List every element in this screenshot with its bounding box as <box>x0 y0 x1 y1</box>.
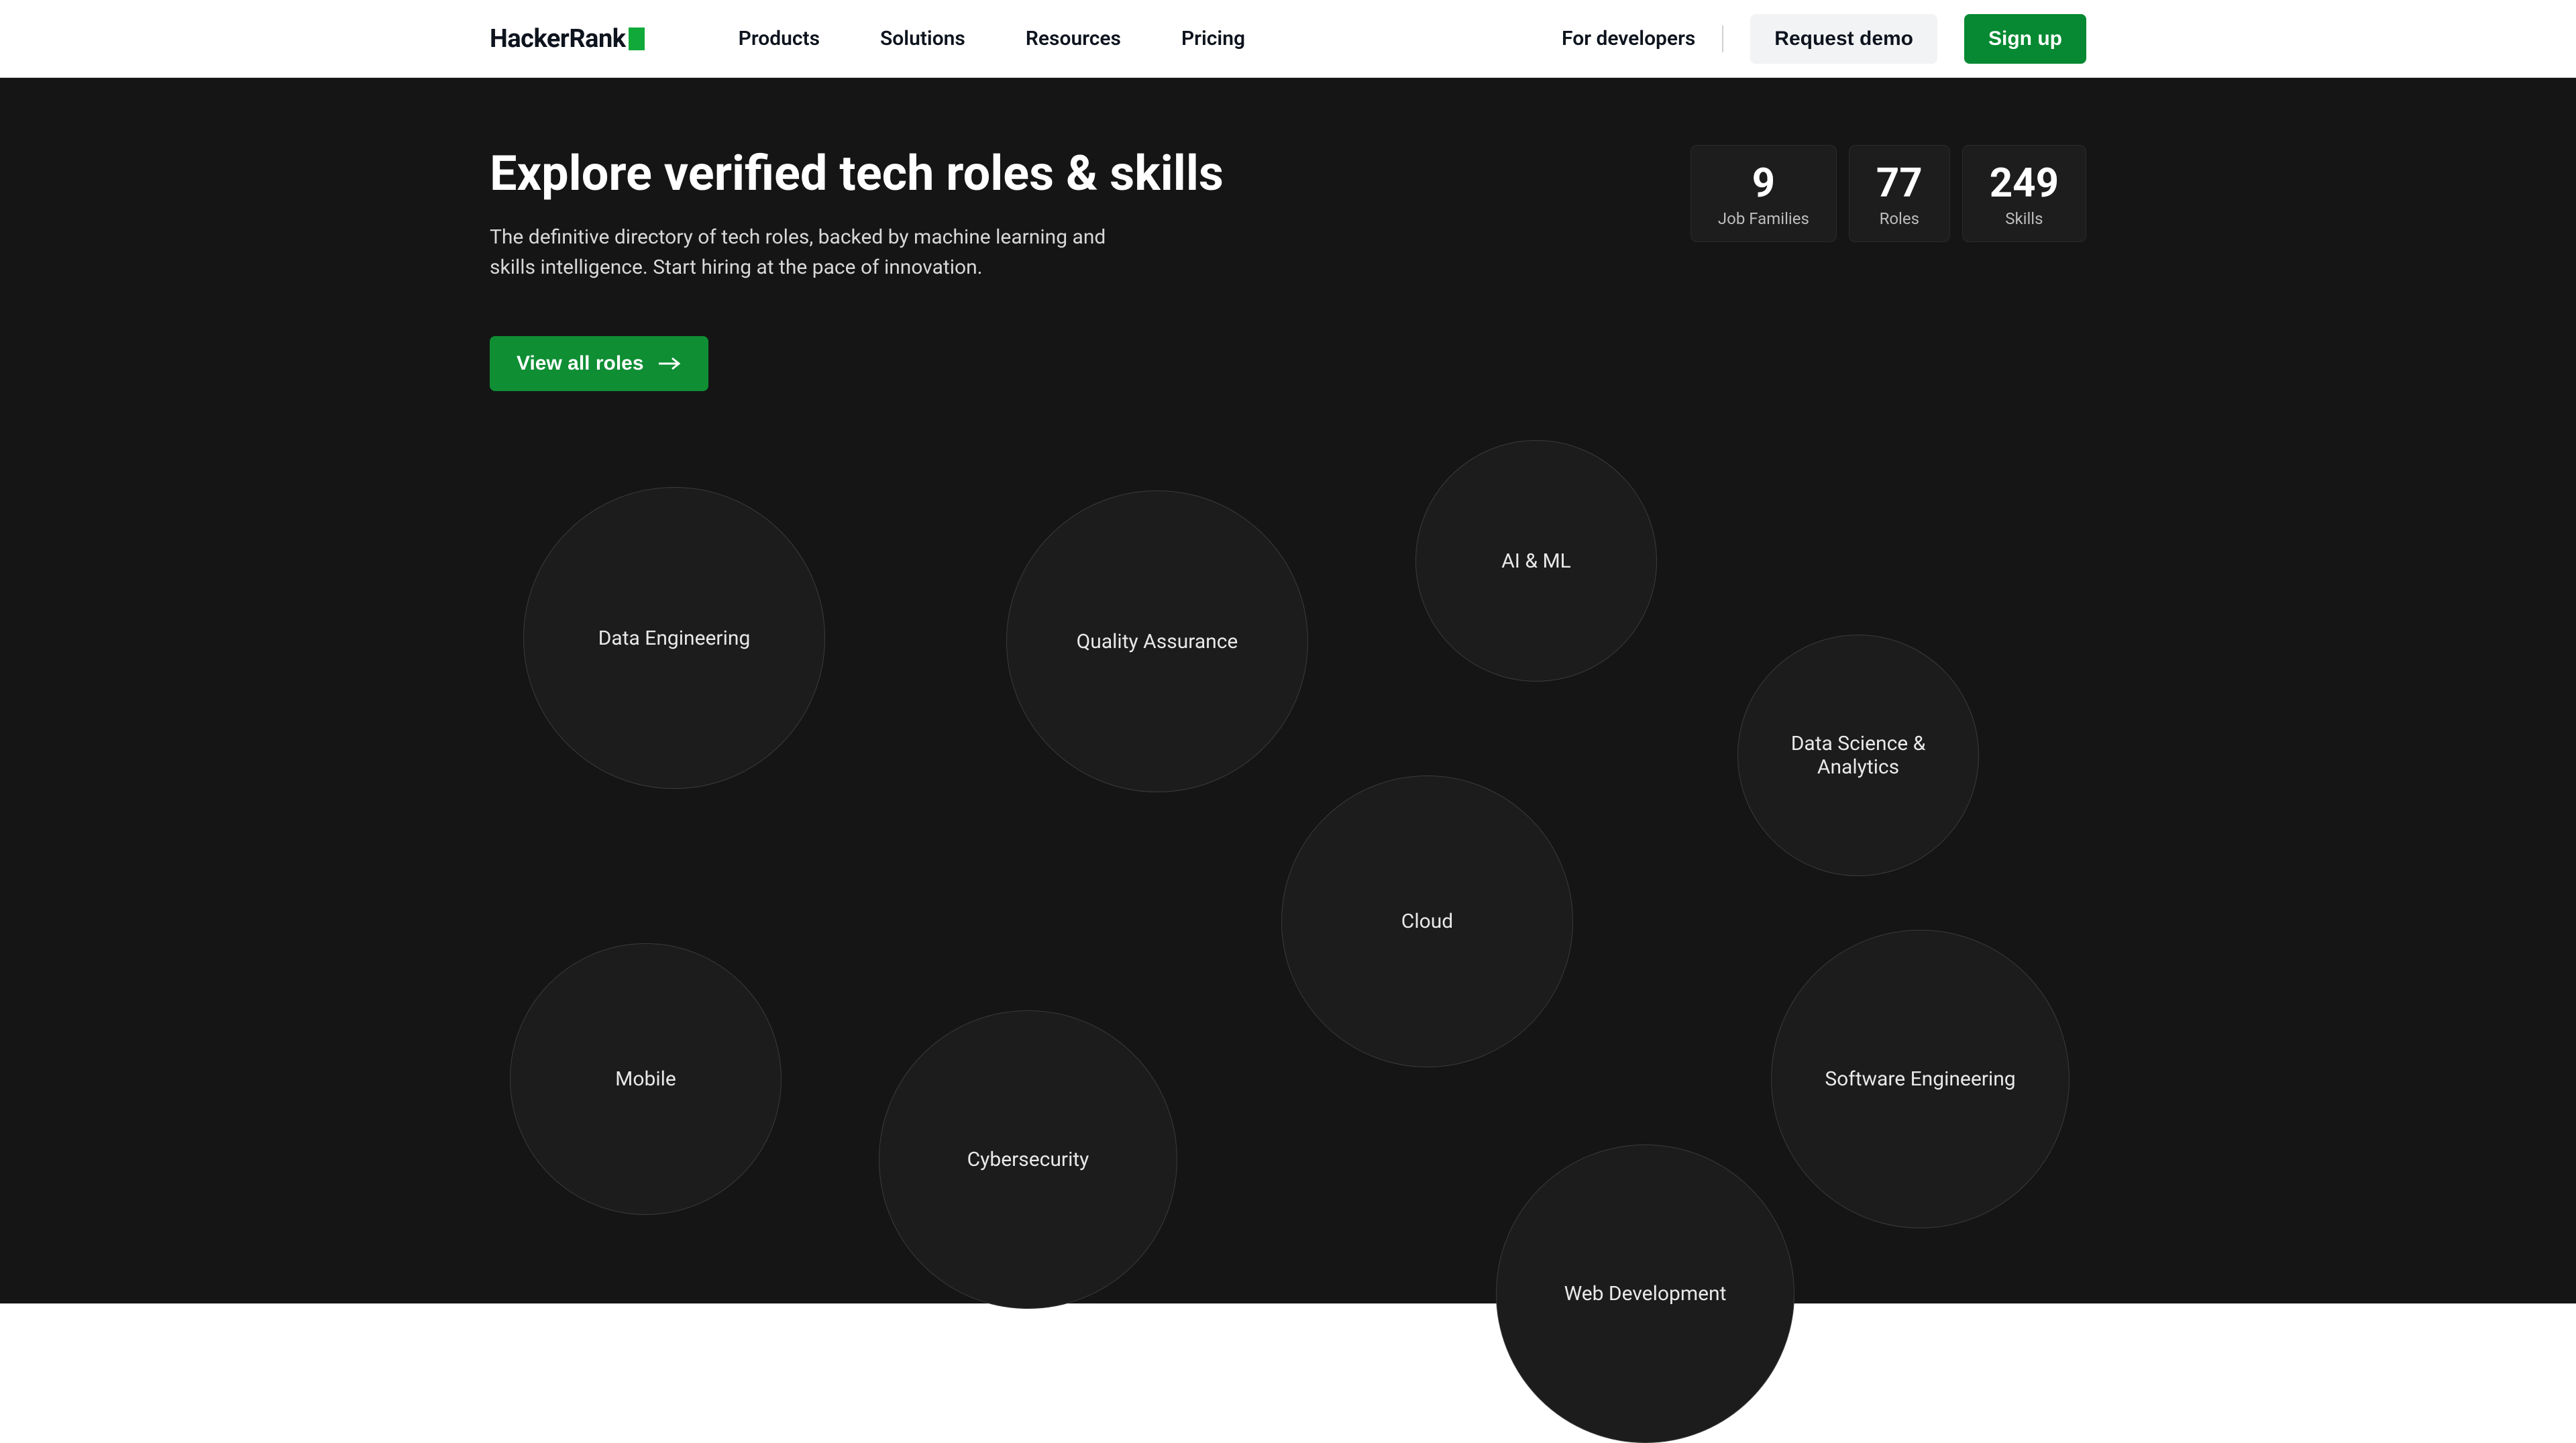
nav-divider <box>1722 25 1723 52</box>
sign-up-button[interactable]: Sign up <box>1964 14 2086 64</box>
primary-nav: Products Solutions Resources Pricing <box>739 27 1245 50</box>
role-bubble-label: Mobile <box>615 1067 676 1091</box>
for-developers-link[interactable]: For developers <box>1562 27 1695 50</box>
brand-logo[interactable]: HackerRank <box>490 24 645 54</box>
role-bubble-label: Cybersecurity <box>967 1148 1089 1171</box>
role-bubble-cluster: Data Engineering Quality Assurance AI & ML… <box>476 420 2100 1359</box>
stat-value: 77 <box>1876 159 1923 207</box>
nav-link-pricing[interactable]: Pricing <box>1181 27 1245 50</box>
role-bubble[interactable]: Mobile <box>510 943 782 1215</box>
nav-link-resources[interactable]: Resources <box>1026 27 1121 50</box>
stat-label: Roles <box>1876 209 1923 228</box>
stat-label: Job Families <box>1718 209 1809 228</box>
hero-title: Explore verified tech roles & skills <box>490 145 1224 202</box>
role-bubble[interactable]: Cybersecurity <box>879 1010 1177 1309</box>
nav-right: For developers Request demo Sign up <box>1562 14 2086 64</box>
brand-square-icon <box>629 28 645 50</box>
role-bubble[interactable]: Quality Assurance <box>1006 490 1308 792</box>
brand-text: HackerRank <box>490 24 626 54</box>
view-all-roles-label: View all roles <box>517 352 644 375</box>
role-bubble[interactable]: Software Engineering <box>1771 930 2070 1228</box>
hero-subtitle: The definitive directory of tech roles, … <box>490 222 1147 282</box>
role-bubble-label: Quality Assurance <box>1077 630 1238 653</box>
role-bubble-label: Data Engineering <box>598 627 751 650</box>
role-bubble-label: Web Development <box>1564 1282 1727 1305</box>
role-bubble[interactable]: Data Engineering <box>523 487 825 789</box>
role-bubble-label: Cloud <box>1401 910 1453 933</box>
role-bubble-label: AI & ML <box>1501 549 1571 573</box>
nav-link-products[interactable]: Products <box>739 27 820 50</box>
stats-row: 9 Job Families 77 Roles 249 Skills <box>1690 145 2086 242</box>
role-bubble[interactable]: Data Science & Analytics <box>1737 635 1979 876</box>
role-bubble[interactable]: Web Development <box>1496 1144 1794 1443</box>
role-bubble[interactable]: Cloud <box>1281 776 1573 1067</box>
request-demo-button[interactable]: Request demo <box>1750 14 1937 64</box>
view-all-roles-button[interactable]: View all roles <box>490 336 708 391</box>
role-bubble-label: Software Engineering <box>1825 1067 2015 1091</box>
stat-value: 249 <box>1990 159 2059 207</box>
arrow-right-icon <box>657 356 682 372</box>
stat-card-roles: 77 Roles <box>1849 145 1950 242</box>
role-bubble-label: Data Science & Analytics <box>1758 732 1958 779</box>
stat-label: Skills <box>1990 209 2059 228</box>
stat-value: 9 <box>1718 159 1809 207</box>
nav-link-solutions[interactable]: Solutions <box>880 27 965 50</box>
stat-card-job-families: 9 Job Families <box>1690 145 1837 242</box>
hero-section: Explore verified tech roles & skills The… <box>0 78 2576 1303</box>
top-nav: HackerRank Products Solutions Resources … <box>0 0 2576 78</box>
stat-card-skills: 249 Skills <box>1962 145 2086 242</box>
role-bubble[interactable]: AI & ML <box>1415 440 1657 682</box>
